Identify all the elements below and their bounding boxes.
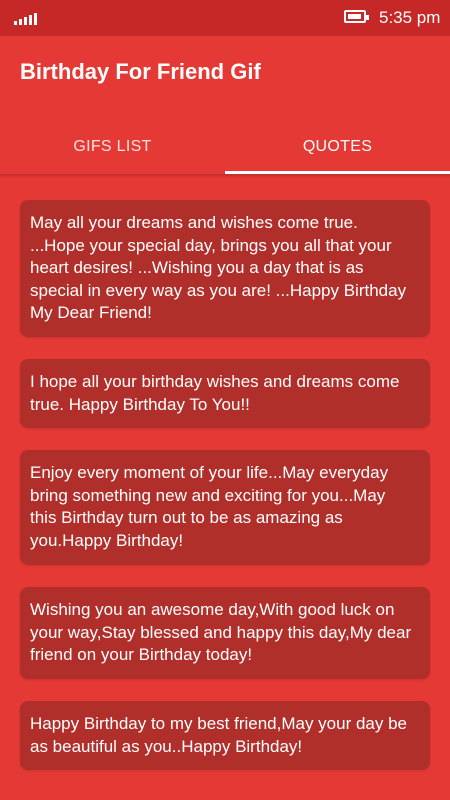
quote-text: Wishing you an awesome day,With good luc… — [30, 600, 412, 664]
quote-card-1[interactable]: May all your dreams and wishes come true… — [20, 200, 430, 337]
tab-quotes[interactable]: QUOTES — [225, 120, 450, 174]
quote-text: May all your dreams and wishes come true… — [30, 213, 407, 322]
quote-card-2[interactable]: I hope all your birthday wishes and drea… — [20, 359, 430, 428]
quote-card-5[interactable]: Happy Birthday to my best friend,May you… — [20, 701, 430, 770]
quote-text: I hope all your birthday wishes and drea… — [30, 372, 400, 414]
app-bar: Birthday For Friend Gif GIFS LIST QUOTES — [0, 36, 450, 174]
quote-text: Enjoy every moment of your life...May ev… — [30, 463, 389, 550]
app-bar-shadow — [0, 174, 450, 178]
quote-card-4[interactable]: Wishing you an awesome day,With good luc… — [20, 587, 430, 679]
signal-icon — [14, 11, 42, 25]
battery-icon — [344, 10, 369, 23]
tab-bar: GIFS LIST QUOTES — [0, 120, 450, 174]
quote-text: Happy Birthday to my best friend,May you… — [30, 714, 408, 756]
quote-card-3[interactable]: Enjoy every moment of your life...May ev… — [20, 450, 430, 565]
tab-gifs-list[interactable]: GIFS LIST — [0, 120, 225, 174]
status-bar: 5:35 pm — [0, 0, 450, 36]
app-title: Birthday For Friend Gif — [20, 59, 261, 84]
status-time: 5:35 pm — [379, 8, 441, 27]
